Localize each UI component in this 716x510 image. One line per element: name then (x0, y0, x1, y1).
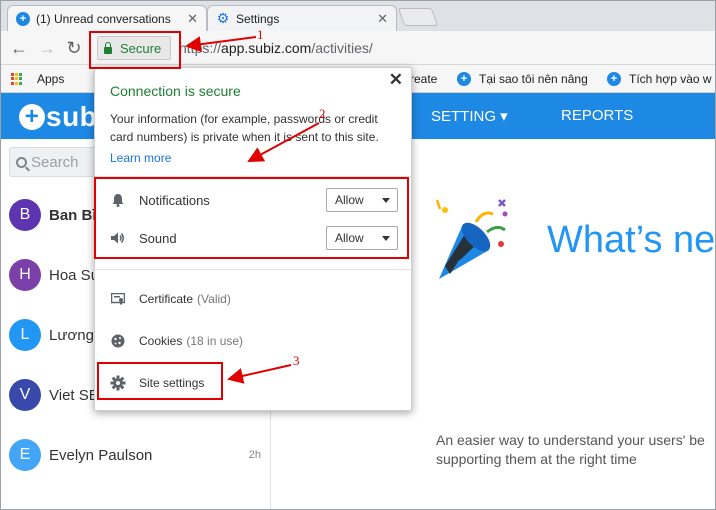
annotation-box-site-settings (97, 362, 223, 400)
tab-label: (1) Unread conversations (36, 11, 171, 26)
logo-text: sub (46, 101, 98, 132)
certificate-label: Certificate (139, 292, 194, 306)
tab-strip: + (1) Unread conversations ✕ ⚙ Settings … (1, 1, 715, 31)
conversation-name: Evelyn Paulson (49, 446, 153, 464)
cookies-label: Cookies (139, 334, 183, 348)
subiz-favicon-icon: + (16, 11, 30, 26)
close-icon[interactable]: ✕ (389, 70, 403, 90)
cookie-icon (110, 334, 126, 348)
divider (95, 269, 411, 270)
search-placeholder: Search (31, 153, 79, 171)
description-line: An easier way to understand your users' … (436, 432, 705, 448)
annotation-box-permissions (94, 177, 409, 259)
close-tab-icon[interactable]: ✕ (377, 11, 388, 27)
whats-new-heading: What’s ne (547, 219, 716, 261)
conversation-name: Viet SE (49, 386, 99, 404)
subiz-favicon-icon: + (457, 72, 471, 86)
nav-reports[interactable]: REPORTS (561, 107, 633, 124)
whats-new-description: An easier way to understand your users' … (436, 431, 705, 469)
cookies-status: (18 in use) (186, 334, 244, 348)
subiz-logo[interactable]: + sub (19, 101, 97, 133)
certificate-icon (110, 293, 126, 305)
annotation-number-3: 3 (293, 353, 300, 368)
annotation-number-2: 2 (319, 106, 326, 121)
avatar: L (9, 319, 41, 351)
tab-unread-conversations[interactable]: + (1) Unread conversations ✕ (7, 5, 207, 31)
conversation-item[interactable]: E Evelyn Paulson 2h (1, 425, 271, 485)
browser-window: + (1) Unread conversations ✕ ⚙ Settings … (0, 0, 716, 510)
annotation-number-1: 1 (257, 27, 264, 42)
bookmark-tich-hop[interactable]: + Tích hợp vào w (607, 72, 712, 86)
reload-icon[interactable]: ↻ (63, 37, 85, 59)
avatar: B (9, 199, 41, 231)
search-icon (16, 156, 27, 168)
bookmark-label: Tích hợp vào w (629, 72, 712, 86)
bookmark-label: Tại sao tôi nên nâng (479, 72, 588, 86)
cookies-row[interactable]: Cookies (18 in use) (110, 330, 243, 352)
bookmark-label: reate (410, 72, 438, 86)
learn-more-link[interactable]: Learn more (110, 151, 171, 165)
certificate-row[interactable]: Certificate (Valid) (110, 288, 231, 310)
annotation-box-secure (89, 31, 181, 69)
avatar: E (9, 439, 41, 471)
avatar: H (9, 259, 41, 291)
back-arrow-icon[interactable]: ← (8, 37, 30, 59)
bookmark-label: Apps (37, 72, 65, 86)
avatar: V (9, 379, 41, 411)
forward-arrow-icon[interactable]: → (36, 37, 58, 59)
close-tab-icon[interactable]: ✕ (187, 11, 198, 27)
conversation-name: Ban Bì (49, 206, 97, 224)
bookmark-reate[interactable]: reate (410, 72, 437, 86)
nav-setting[interactable]: SETTING ▾ (431, 107, 508, 125)
bookmark-apps[interactable]: Apps (11, 72, 64, 86)
url-path: /activities/ (311, 40, 373, 56)
subiz-favicon-icon: + (607, 72, 621, 86)
conversation-name: Hoa Su (49, 266, 100, 284)
tab-label: Settings (236, 11, 280, 26)
connection-description: Your information (for example, passwords… (110, 112, 379, 144)
party-popper-icon (435, 199, 508, 279)
apps-grid-icon (11, 73, 23, 85)
bookmark-tai-sao[interactable]: + Tại sao tôi nên nâng (457, 72, 588, 86)
certificate-status: (Valid) (197, 292, 231, 306)
tab-settings[interactable]: ⚙ Settings ✕ (207, 5, 397, 31)
new-tab-button[interactable] (397, 8, 439, 26)
address-bar[interactable]: https://app.subiz.com/activities/ (179, 40, 373, 56)
connection-secure-title: Connection is secure (110, 83, 241, 99)
conversation-name: Lương (49, 326, 94, 344)
url-scheme: https:// (179, 40, 222, 56)
gear-icon: ⚙ (216, 10, 230, 26)
plus-logo-icon: + (19, 103, 45, 130)
conversation-time: 2h (248, 449, 261, 461)
description-line: supporting them at the right time (436, 451, 637, 467)
url-host: app.subiz.com (221, 40, 312, 56)
